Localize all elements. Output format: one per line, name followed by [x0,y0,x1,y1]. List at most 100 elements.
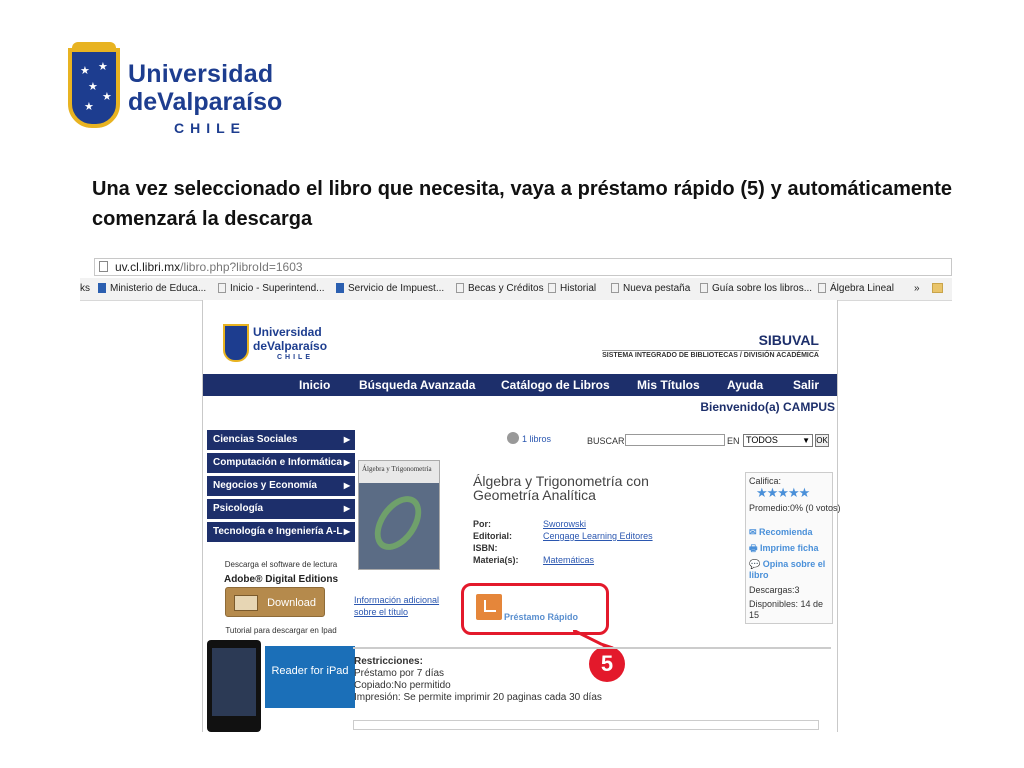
main-nav: Inicio Búsqueda Avanzada Catálogo de Lib… [203,374,837,396]
chevron-right-icon: ▶ [343,504,350,513]
prestamo-highlight: Préstamo Rápido [461,583,609,635]
meta-label: Por: [473,519,491,529]
book-icon [234,595,258,611]
bookmark-becas[interactable]: Becas y Créditos [456,282,544,295]
book-title: Álgebra y Trigonometría con Geometría An… [473,473,649,503]
reader-banner[interactable]: Reader for iPad [265,646,355,708]
restrictions: Restricciones: Préstamo por 7 días Copia… [354,656,602,704]
nav-ayuda[interactable]: Ayuda [727,378,763,392]
university-logo: ★ ★ ★ ★ ★ Universidad deValparaíso CHILE [68,42,282,142]
category-item[interactable]: Negocios y Economía ▶ [207,476,355,496]
book-cover[interactable]: Álgebra y Trigonometría [358,460,440,570]
url-field[interactable]: uv.cl.libri.mx/libro.php?libroId=1603 [94,258,952,276]
bookmark-partial[interactable]: ks [80,282,90,295]
browser-screenshot: uv.cl.libri.mx/libro.php?libroId=1603 ks… [80,256,952,732]
instruction-text: Una vez seleccionado el libro que necesi… [92,178,952,230]
folder-icon [932,283,943,293]
search-ok-button[interactable]: OK [815,434,829,447]
download-caption: Descarga el software de lectura [224,560,338,569]
bottom-panel [353,720,819,730]
ipad-image[interactable] [207,640,261,732]
bookmark-folder[interactable] [932,282,947,295]
chevron-down-icon: ▼ [802,436,810,445]
chevron-right-icon: ▶ [343,481,350,490]
ipad-screen [212,648,256,716]
rating-panel: Califica: ★★★★★ Promedio:0% (0 votos) ✉ … [745,472,841,624]
opinion-link[interactable]: 💬 Opina sobre el libro [749,559,829,581]
tutorial-caption: Tutorial para descargar en Ipad [225,626,337,635]
chevron-right-icon: ▶ [343,527,350,536]
bookmark-sii[interactable]: Servicio de Impuest... [336,282,444,295]
category-item[interactable]: Ciencias Sociales ▶ [207,430,355,450]
site-logo-line-3: CHILE [277,354,313,361]
author-link[interactable]: Sworowski [543,519,586,529]
search-input[interactable] [625,434,725,446]
category-item[interactable]: Tecnología e Ingeniería A-L ▶ [207,522,355,542]
nav-inicio[interactable]: Inicio [299,378,330,392]
bookmark-algebra[interactable]: Álgebra Lineal [818,282,894,295]
bookmark-guia[interactable]: Guía sobre los libros... [700,282,812,295]
bookmark-ministerio[interactable]: Ministerio de Educa... [98,282,206,295]
site-logo-line-1: Universidad [253,325,322,339]
average-text: Promedio:0% (0 votos) [749,503,841,513]
logo-line-2: deValparaíso [128,88,283,116]
restrictions-heading: Restricciones: [354,656,423,667]
divider [353,647,831,649]
system-subtitle: SISTEMA INTEGRADO DE BIBLIOTECAS / DIVIS… [602,350,819,359]
print-link[interactable]: 🖶 Imprime ficha [749,543,819,554]
star-rating-icon[interactable]: ★★★★★ [756,485,810,501]
restriction-line: Préstamo por 7 días [354,668,445,679]
page-icon [99,261,108,272]
shield-icon: ★ ★ ★ ★ ★ [68,48,120,128]
cover-title: Álgebra y Trigonometría [362,465,432,473]
nav-mis-titulos[interactable]: Mis Títulos [637,378,700,392]
search-scope-select[interactable]: TODOS ▼ [743,434,813,447]
cart-link[interactable]: 1 libros [507,432,551,444]
search-in-label: EN [727,436,740,446]
category-menu: Ciencias Sociales ▶ Computación e Informá… [207,430,355,545]
bookmark-historial[interactable]: Historial [548,282,596,295]
prestamo-rapido-button[interactable]: Préstamo Rápido [504,612,578,622]
restriction-line: Impresión: Se permite imprimir 20 pagina… [354,692,602,703]
chevron-right-icon: ▶ [343,435,350,444]
bookmarks-bar: ks Ministerio de Educa... Inicio - Super… [80,278,952,301]
shield-icon [223,324,249,362]
sii-icon [336,283,344,293]
category-item[interactable]: Computación e Informática ▶ [207,453,355,473]
page-icon [456,283,464,293]
meta-label: Editorial: [473,531,513,541]
page-icon [700,283,708,293]
history-icon [548,283,556,293]
url-text: uv.cl.libri.mx/libro.php?libroId=1603 [115,260,303,274]
page-icon [611,283,619,293]
book-metadata: Por: Sworowski Editorial: Cengage Learning… [473,518,653,566]
meta-label: Materia(s): [473,555,519,565]
download-button[interactable]: Download [225,587,325,617]
address-bar: uv.cl.libri.mx/libro.php?libroId=1603 [80,256,952,279]
category-item[interactable]: Psicología ▶ [207,499,355,519]
available-count: Disponibles: 14 de 15 [749,599,824,620]
site-logo-line-2: deValparaíso [253,339,328,353]
nav-busqueda-avanzada[interactable]: Búsqueda Avanzada [359,378,475,392]
gear-icon [218,283,226,293]
nav-catalogo[interactable]: Catálogo de Libros [501,378,610,392]
meta-label: ISBN: [473,543,498,553]
logo-line-1: Universidad [128,60,274,88]
recommend-link[interactable]: ✉ Recomienda [749,527,813,538]
nav-salir[interactable]: Salir [793,378,819,392]
search-label: BUSCAR [587,436,625,446]
library-site: Universidad deValparaíso CHILE SIBUVAL S… [202,300,841,732]
restriction-line: Copiado:No permitido [354,680,451,691]
more-info-link[interactable]: Información adicional sobre el título [354,594,464,618]
download-icon[interactable] [476,594,502,620]
welcome-text: Bienvenido(a) CAMPUS [700,400,835,414]
bookmark-superintendencia[interactable]: Inicio - Superintend... [218,282,325,295]
bookmarks-more-button[interactable]: » [914,282,920,295]
subject-link[interactable]: Matemáticas [543,555,594,565]
bookmark-nueva-pestana[interactable]: Nueva pestaña [611,282,690,295]
publisher-link[interactable]: Cengage Learning Editores [543,531,653,541]
downloads-count: Descargas:3 [749,585,800,595]
system-name: SIBUVAL [758,332,819,348]
adobe-label: Adobe® Digital Editions [223,574,339,585]
logo-line-3: CHILE [174,120,246,136]
